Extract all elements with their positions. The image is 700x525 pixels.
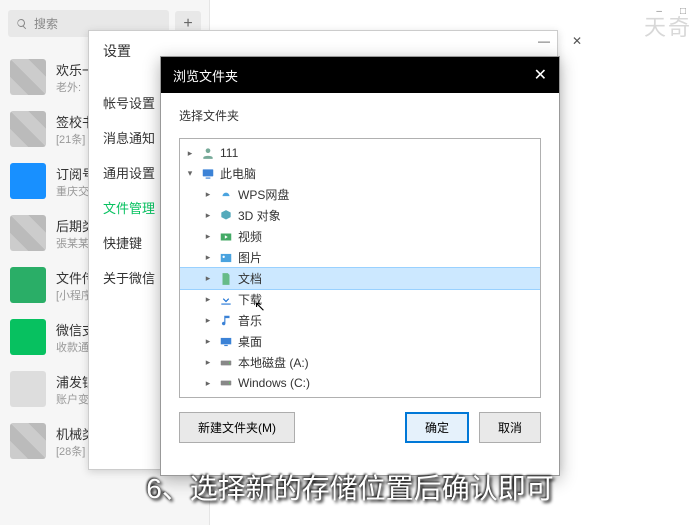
disk-icon [218,355,234,371]
tree-label: 本地磁盘 (A:) [238,354,309,371]
expand-arrow-icon[interactable]: ▸ [202,378,214,389]
tree-label: 音乐 [238,312,262,329]
user-icon [200,145,216,161]
max-icon[interactable]: □ [680,6,686,17]
settings-nav-item[interactable]: 消息通知 [89,120,169,155]
tree-item[interactable]: ▸ 3D 对象 [180,205,540,226]
dialog-instruction: 选择文件夹 [161,93,559,138]
close-icon[interactable]: ✕ [534,65,547,85]
tree-label: WPS网盘 [238,186,289,203]
tree-label: Windows (C:) [238,376,310,390]
settings-window-controls: — ✕ [538,34,582,48]
tree-item[interactable]: ▸ 桌面 [180,331,540,352]
tree-item[interactable]: ▾ 此电脑 [180,163,540,184]
tree-label: 3D 对象 [238,207,281,224]
tree-label: 此电脑 [220,165,256,182]
expand-arrow-icon[interactable]: ▸ [202,336,214,347]
tree-item[interactable]: ▸ 本地磁盘 (A:) [180,352,540,373]
wps-icon [218,187,234,203]
pc-icon [200,166,216,182]
min-icon[interactable]: – [656,6,662,17]
tutorial-caption: 6、选择新的存储位置后确认即可 [0,467,700,507]
expand-arrow-icon[interactable]: ▸ [202,210,214,221]
tree-item[interactable]: ▸ 音乐 [180,310,540,331]
pic-icon [218,250,234,266]
avatar [10,319,46,355]
music-icon [218,313,234,329]
settings-close-icon[interactable]: ✕ [572,34,582,48]
expand-arrow-icon[interactable]: ▸ [202,231,214,242]
tree-label: 视频 [238,228,262,245]
app-top-controls: – □ [642,0,700,23]
settings-nav: 帐号设置消息通知通用设置文件管理快捷键关于微信 [89,71,169,469]
avatar [10,111,46,147]
tree-label: 文档 [238,270,262,287]
folder-tree[interactable]: ▸ 111 ▾ 此电脑 ▸ WPS网盘 ▸ 3D 对象 ▸ 视频 ▸ 图片 ▸ 文档 ▸ 下载 ▸ 音乐 ▸ 桌面 ▸ 本… [179,138,541,398]
expand-arrow-icon[interactable]: ▸ [202,273,214,284]
expand-arrow-icon[interactable]: ▸ [202,252,214,263]
settings-min-icon[interactable]: — [538,34,550,48]
ok-button[interactable]: 确定 [405,412,469,443]
doc-icon [218,271,234,287]
tree-label: 111 [220,146,238,160]
expand-arrow-icon[interactable]: ▸ [202,189,214,200]
avatar [10,423,46,459]
dialog-header: 浏览文件夹 ✕ [161,57,559,93]
expand-arrow-icon[interactable]: ▸ [184,148,196,159]
avatar [10,215,46,251]
expand-arrow-icon[interactable]: ▸ [202,357,214,368]
video-icon [218,229,234,245]
settings-nav-item[interactable]: 关于微信 [89,260,169,295]
tree-item[interactable]: ▸ Windows (C:) [180,373,540,393]
cancel-button[interactable]: 取消 [479,412,541,443]
desk-icon [218,334,234,350]
tree-item[interactable]: ▸ WPS网盘 [180,184,540,205]
disk-icon [218,375,234,391]
settings-nav-item[interactable]: 文件管理 [89,190,169,225]
new-folder-button[interactable]: 新建文件夹(M) [179,412,295,443]
tree-item[interactable]: ▸ 图片 [180,247,540,268]
tree-item[interactable]: ▸ 111 [180,143,540,163]
search-icon [16,18,28,30]
avatar [10,371,46,407]
expand-arrow-icon[interactable]: ▸ [202,315,214,326]
expand-arrow-icon[interactable]: ▸ [202,294,214,305]
avatar [10,59,46,95]
tree-label: 桌面 [238,333,262,350]
settings-nav-item[interactable]: 快捷键 [89,225,169,260]
expand-arrow-icon[interactable]: ▾ [184,168,196,179]
3d-icon [218,208,234,224]
tree-item[interactable]: ▸ 下载 [180,289,540,310]
settings-nav-item[interactable]: 通用设置 [89,155,169,190]
tree-item[interactable]: ▸ 文档 [180,268,540,289]
tree-label: 下载 [238,291,262,308]
settings-nav-item[interactable]: 帐号设置 [89,85,169,120]
browse-folder-dialog: 浏览文件夹 ✕ 选择文件夹 ▸ 111 ▾ 此电脑 ▸ WPS网盘 ▸ 3D 对象 ▸ 视频 ▸ 图片… [160,56,560,476]
search-placeholder: 搜索 [34,15,58,32]
tree-item[interactable]: ▸ 视频 [180,226,540,247]
avatar [10,267,46,303]
dialog-title: 浏览文件夹 [173,66,238,85]
down-icon [218,292,234,308]
avatar [10,163,46,199]
tree-label: 图片 [238,249,262,266]
